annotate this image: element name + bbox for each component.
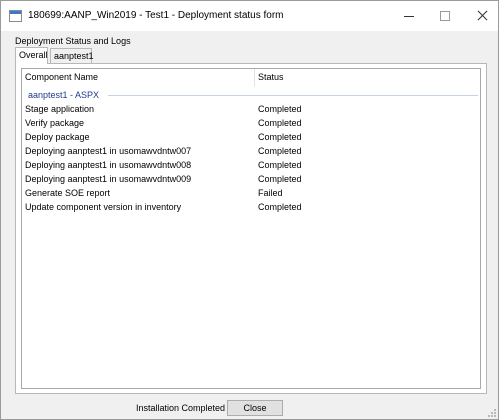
component-status: Failed <box>258 188 283 198</box>
resize-grip-icon[interactable] <box>487 408 496 417</box>
component-name: Update component version in inventory <box>25 202 182 212</box>
group-divider <box>108 95 478 96</box>
tab-panel-overall: Component Name Status aanptest1 - ASPX S… <box>15 63 487 394</box>
form-window-icon <box>9 10 22 22</box>
window-title: 180699:AANP_Win2019 - Test1 - Deployment… <box>28 10 284 21</box>
component-name: Deploy package <box>25 132 90 142</box>
component-status: Completed <box>258 174 302 184</box>
table-row[interactable]: Deploying aanptest1 in usomawvdntw008 Co… <box>22 159 480 172</box>
component-status: Completed <box>258 202 302 212</box>
component-name: Generate SOE report <box>25 188 111 198</box>
list-group-header: aanptest1 - ASPX <box>26 89 478 101</box>
close-button[interactable]: Close <box>227 400 283 416</box>
title-bar: 180699:AANP_Win2019 - Test1 - Deployment… <box>1 1 498 31</box>
table-row[interactable]: Deploy package Completed <box>22 131 480 144</box>
table-row[interactable]: Generate SOE report Failed <box>22 187 480 200</box>
tab-aanptest1[interactable]: aanptest1 <box>50 48 94 63</box>
column-header-component-name[interactable]: Component Name <box>22 69 255 86</box>
status-list[interactable]: Component Name Status aanptest1 - ASPX S… <box>21 68 481 389</box>
component-name: Deploying aanptest1 in usomawvdntw009 <box>25 174 192 184</box>
maximize-icon[interactable] <box>438 9 452 23</box>
component-status: Completed <box>258 118 302 128</box>
minimize-icon[interactable] <box>402 9 416 23</box>
close-icon[interactable] <box>476 9 490 23</box>
component-status: Completed <box>258 104 302 114</box>
component-status: Completed <box>258 146 302 156</box>
component-name: Verify package <box>25 118 85 128</box>
table-row[interactable]: Update component version in inventory Co… <box>22 201 480 214</box>
deployment-status-window: 180699:AANP_Win2019 - Test1 - Deployment… <box>0 0 499 420</box>
component-name: Deploying aanptest1 in usomawvdntw008 <box>25 160 192 170</box>
component-status: Completed <box>258 160 302 170</box>
list-column-header: Component Name Status <box>22 69 480 86</box>
component-status: Completed <box>258 132 302 142</box>
table-row[interactable]: Verify package Completed <box>22 117 480 130</box>
list-group-title: aanptest1 - ASPX <box>28 89 104 101</box>
table-row[interactable]: Deploying aanptest1 in usomawvdntw007 Co… <box>22 145 480 158</box>
table-row[interactable]: Deploying aanptest1 in usomawvdntw009 Co… <box>22 173 480 186</box>
component-name: Stage application <box>25 104 95 114</box>
tab-overall[interactable]: Overall <box>15 47 48 64</box>
table-row[interactable]: Stage application Completed <box>22 103 480 116</box>
component-name: Deploying aanptest1 in usomawvdntw007 <box>25 146 192 156</box>
installation-status-label: Installation Completed <box>136 403 226 413</box>
column-header-status[interactable]: Status <box>254 69 484 86</box>
group-label: Deployment Status and Logs <box>15 36 131 46</box>
